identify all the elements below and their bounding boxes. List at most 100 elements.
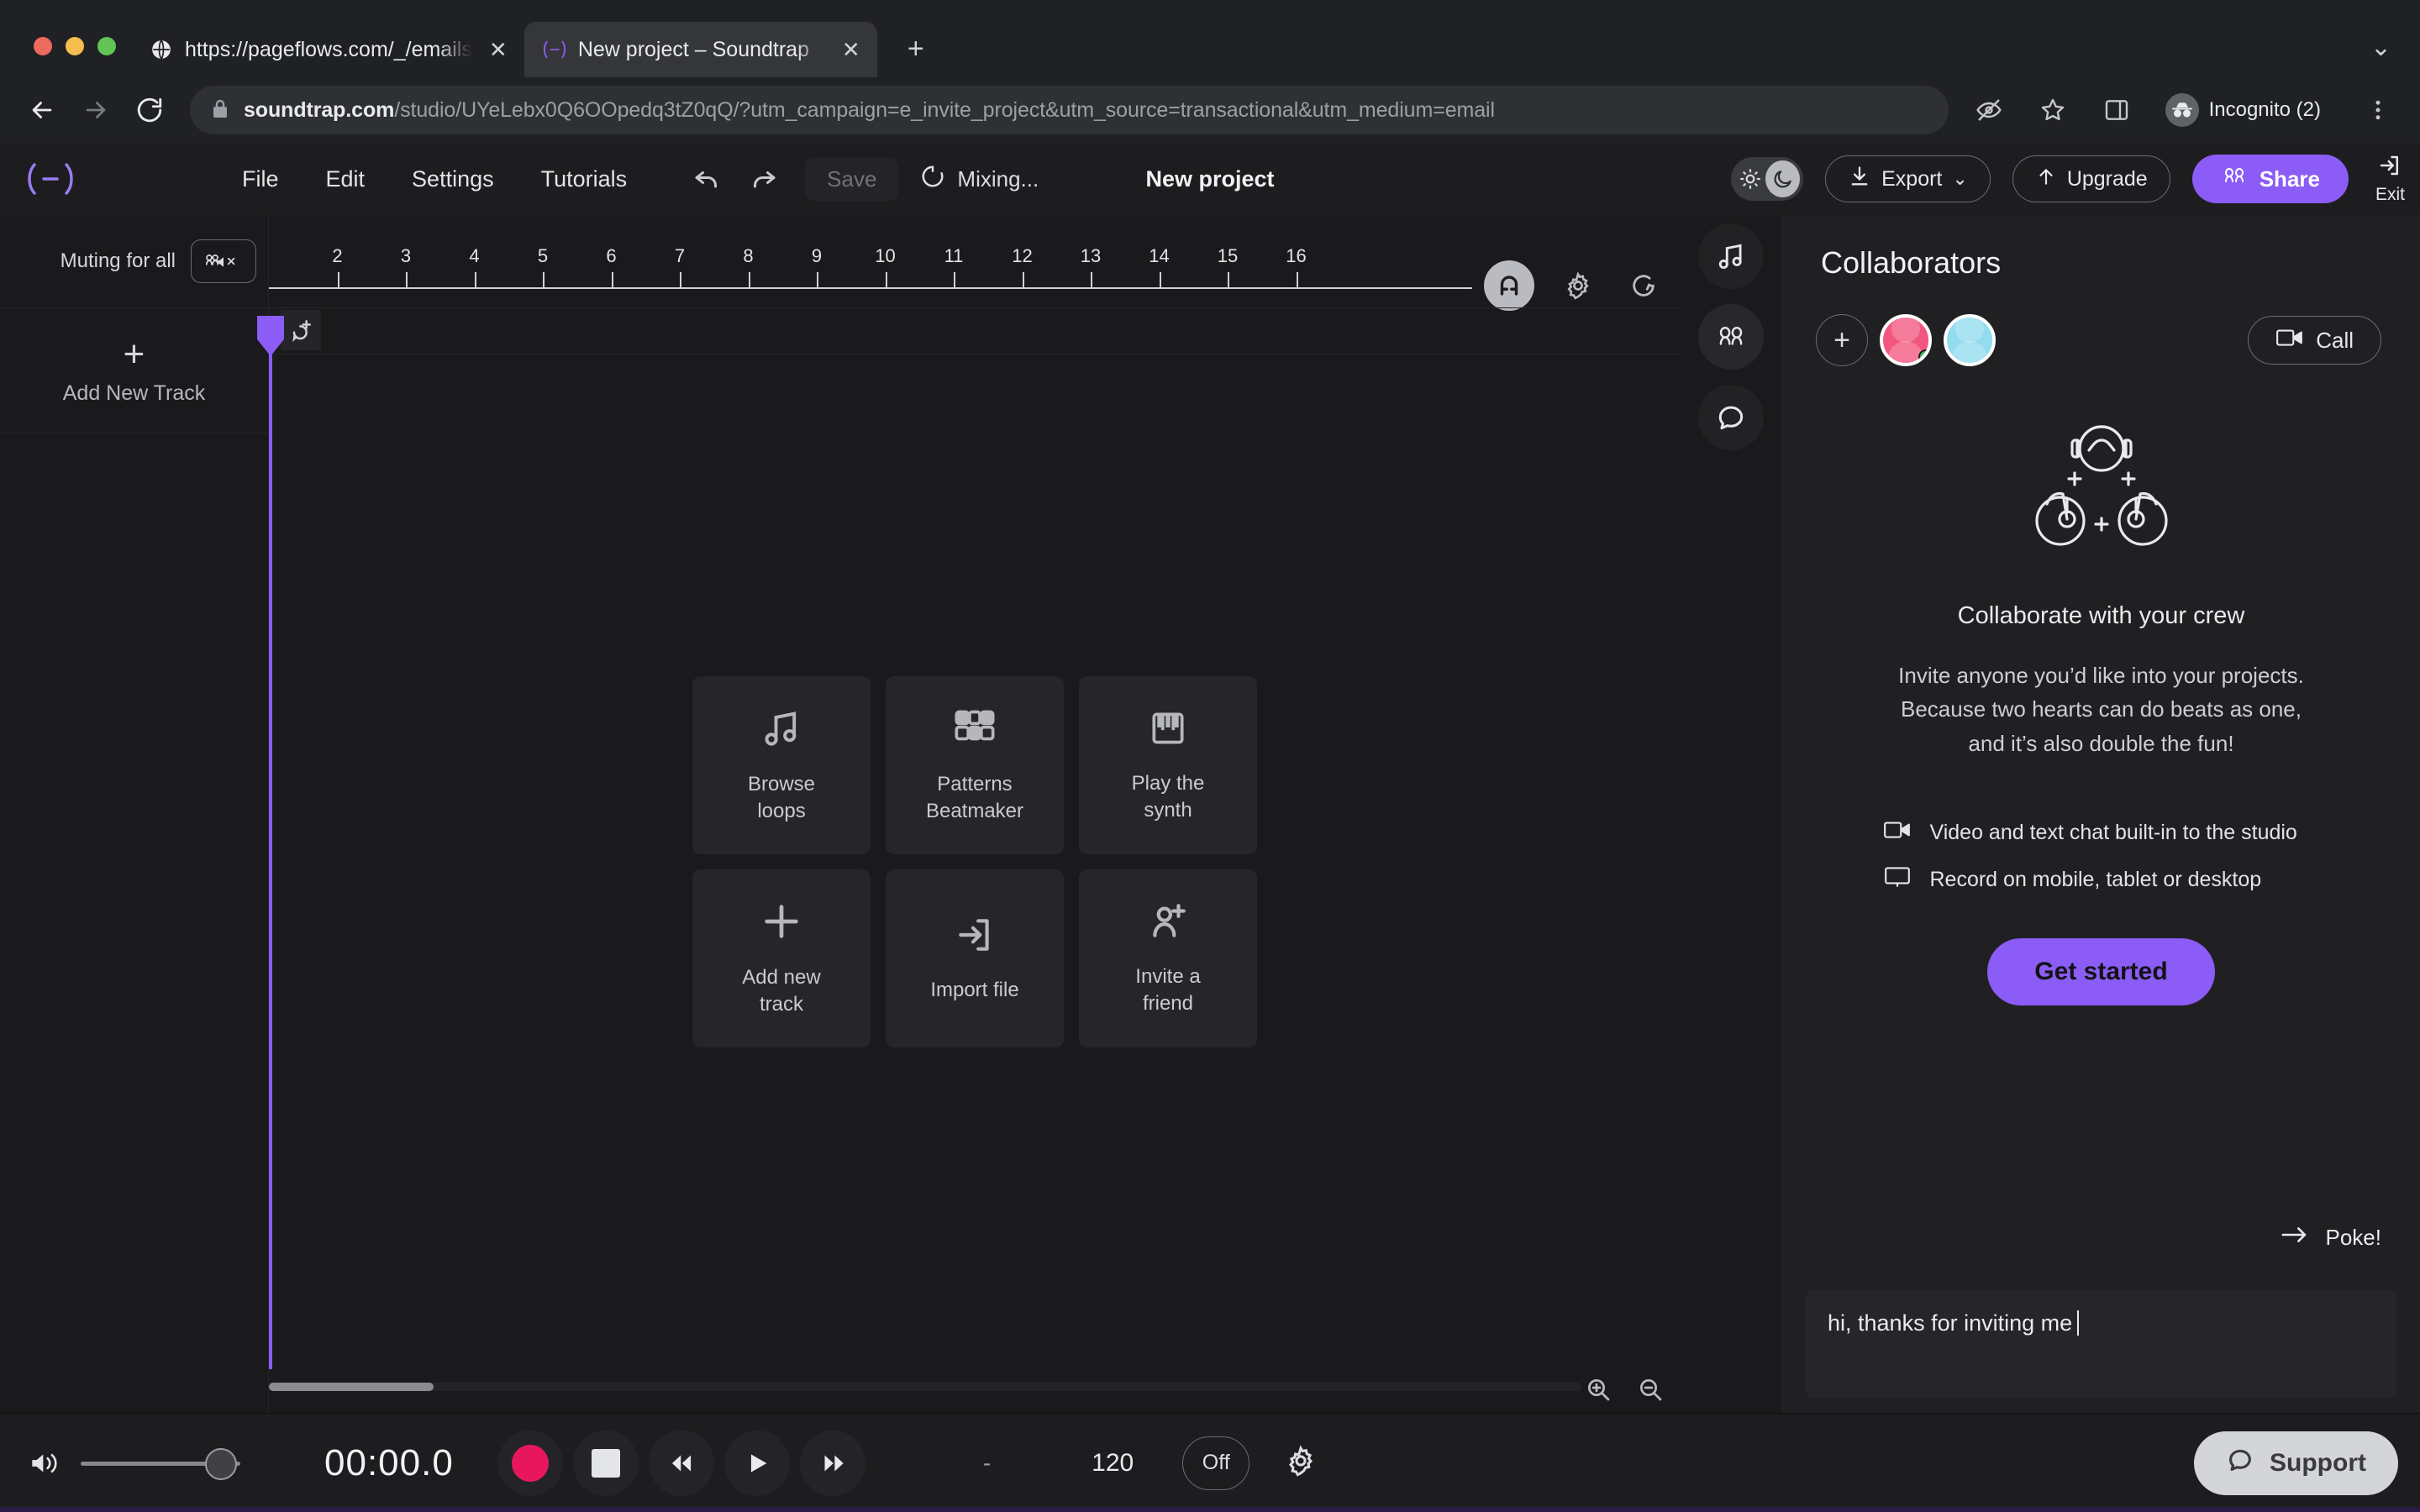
- text-caret: [2077, 1310, 2080, 1336]
- incognito-icon: [2165, 93, 2199, 127]
- arrow-right-icon: [2279, 1224, 2311, 1252]
- ruler-tick-label: 10: [875, 245, 896, 266]
- tracking-protection-icon[interactable]: [1965, 87, 2012, 134]
- ruler-tick: [406, 272, 408, 287]
- menu-edit[interactable]: Edit: [302, 158, 389, 201]
- music-note-icon: [760, 706, 803, 754]
- arrangement-grid[interactable]: Browse loops Patterns Beatmaker Play the sy…: [257, 316, 1681, 1369]
- address-bar[interactable]: soundtrap.com/studio/UYeLebx0Q6OOpedq3tZ…: [190, 86, 1949, 134]
- card-import-file[interactable]: Import file: [886, 869, 1064, 1047]
- timeline-ruler[interactable]: 2 3 4 5 6 7 8 9 10 11 12 13 14 15 16: [269, 215, 1681, 311]
- card-browse-loops[interactable]: Browse loops: [692, 676, 871, 854]
- import-arrow-icon: [954, 914, 996, 960]
- minimize-window-button[interactable]: [66, 37, 84, 55]
- maximize-window-button[interactable]: [97, 37, 116, 55]
- card-invite-a-friend[interactable]: Invite a friend: [1079, 869, 1257, 1047]
- loop-icon[interactable]: [1622, 264, 1665, 307]
- close-icon[interactable]: ✕: [484, 35, 513, 64]
- ruler-tick: [474, 272, 476, 287]
- volume-knob[interactable]: [205, 1447, 237, 1480]
- marker-lane[interactable]: [269, 307, 1681, 354]
- bookmark-star-icon[interactable]: [2029, 87, 2076, 134]
- ruler-tick-label: 15: [1217, 245, 1239, 266]
- play-button[interactable]: [723, 1430, 790, 1496]
- browser-menu-kebab-icon[interactable]: [2354, 87, 2402, 134]
- hero-title: Collaborate with your crew: [1957, 602, 2245, 629]
- add-new-track-button[interactable]: + Add New Track: [0, 307, 268, 433]
- rail-button-chat[interactable]: [1698, 385, 1764, 450]
- ruler-tick: [337, 272, 339, 287]
- browser-tab-soundtrap[interactable]: New project – Soundtrap ✕: [523, 22, 877, 77]
- close-icon[interactable]: ✕: [837, 35, 865, 64]
- soundtrap-logo-icon[interactable]: [0, 160, 101, 197]
- save-button[interactable]: Save: [805, 157, 899, 201]
- timecode-display[interactable]: 00:00.0: [324, 1442, 454, 1484]
- poke-button[interactable]: Poke!: [2279, 1224, 2381, 1252]
- metronome-toggle[interactable]: Off: [1182, 1436, 1250, 1490]
- browser-tab-pageflows[interactable]: https://pageflows.com/_/emails ✕: [131, 22, 524, 77]
- record-icon: [511, 1444, 549, 1482]
- playhead[interactable]: [257, 316, 284, 1369]
- ruler-tick-label: 4: [469, 245, 480, 266]
- magnet-snap-icon[interactable]: [1484, 260, 1534, 311]
- zoom-out-icon[interactable]: [1632, 1371, 1669, 1408]
- ruler-tick-label: 9: [811, 245, 823, 266]
- profile-incognito-button[interactable]: Incognito (2): [2157, 88, 2338, 132]
- undo-icon[interactable]: [681, 155, 733, 202]
- chat-input-value: hi, thanks for inviting me: [1828, 1310, 2073, 1336]
- fast-forward-button[interactable]: [799, 1430, 865, 1496]
- window-controls: [18, 37, 131, 77]
- gear-icon[interactable]: [1556, 264, 1600, 307]
- chat-input[interactable]: hi, thanks for inviting me: [1806, 1290, 2396, 1398]
- record-button[interactable]: [497, 1430, 563, 1496]
- support-button[interactable]: Support: [2194, 1431, 2398, 1495]
- avatar[interactable]: [1944, 314, 1996, 366]
- add-marker-icon[interactable]: [281, 310, 321, 350]
- get-started-button[interactable]: Get started: [1987, 937, 2215, 1005]
- export-button[interactable]: Export ⌄: [1825, 155, 1991, 202]
- ruler-tick-label: 13: [1080, 245, 1102, 266]
- forward-button[interactable]: [72, 87, 119, 134]
- menu-file[interactable]: File: [218, 158, 302, 201]
- card-add-new-track[interactable]: Add new track: [692, 869, 871, 1047]
- reload-button[interactable]: [126, 87, 173, 134]
- card-patterns-beatmaker[interactable]: Patterns Beatmaker: [886, 676, 1064, 854]
- theme-toggle[interactable]: [1731, 157, 1804, 201]
- back-button[interactable]: [18, 87, 66, 134]
- card-play-the-synth[interactable]: Play the synth: [1079, 676, 1257, 854]
- ruler-tick-label: 3: [400, 245, 412, 266]
- collab-mute-icon[interactable]: [191, 239, 256, 283]
- avatar[interactable]: [1880, 314, 1932, 366]
- zoom-in-icon[interactable]: [1580, 1371, 1617, 1408]
- stop-button[interactable]: [572, 1430, 639, 1496]
- speaker-icon[interactable]: [22, 1449, 69, 1478]
- bpm-display[interactable]: 120: [1092, 1449, 1134, 1478]
- close-window-button[interactable]: [34, 37, 52, 55]
- rewind-button[interactable]: [648, 1430, 714, 1496]
- upgrade-button[interactable]: Upgrade: [2012, 155, 2170, 202]
- side-panel-icon[interactable]: [2093, 87, 2140, 134]
- time-signature-display[interactable]: -: [983, 1450, 991, 1477]
- share-button[interactable]: Share: [2191, 155, 2349, 203]
- card-label: Patterns Beatmaker: [925, 773, 1024, 822]
- timeline-area: 2 3 4 5 6 7 8 9 10 11 12 13 14 15 16 Bro…: [257, 215, 1681, 1413]
- ruler-tick: [543, 272, 544, 287]
- volume-slider[interactable]: [81, 1445, 240, 1482]
- omnibox-actions: Incognito (2): [1965, 87, 2402, 134]
- rail-button-loops[interactable]: [1698, 223, 1764, 289]
- ruler-tick: [817, 272, 818, 287]
- gear-icon[interactable]: [1285, 1445, 1317, 1481]
- new-tab-button[interactable]: +: [892, 25, 939, 72]
- rail-button-collaborators[interactable]: [1698, 304, 1764, 370]
- menu-settings[interactable]: Settings: [388, 158, 518, 201]
- exit-button[interactable]: Exit: [2370, 153, 2405, 205]
- tab-list-chevron-down-icon[interactable]: ⌄: [2370, 33, 2420, 77]
- scrollbar-track[interactable]: [269, 1383, 1581, 1391]
- add-collaborator-button[interactable]: +: [1816, 314, 1868, 366]
- call-button[interactable]: Call: [2248, 316, 2381, 365]
- support-label: Support: [2270, 1448, 2366, 1477]
- scrollbar-thumb[interactable]: [269, 1383, 434, 1391]
- redo-icon[interactable]: [738, 155, 790, 202]
- menu-tutorials[interactable]: Tutorials: [518, 158, 651, 201]
- chat-bubble-icon: [2226, 1446, 2254, 1481]
